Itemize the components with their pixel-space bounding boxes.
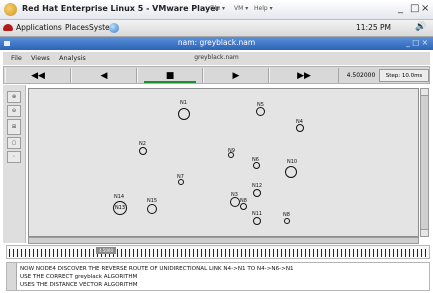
nam-titlebar: nam: greyblack.nam _ □ × <box>0 37 433 50</box>
nam-window-controls[interactable]: _ □ × <box>406 38 428 47</box>
menu-help[interactable]: Help ▾ <box>254 5 273 12</box>
network-node[interactable] <box>139 147 147 155</box>
scroll-down-icon[interactable] <box>421 229 428 236</box>
rewind-button[interactable]: ◀◀ <box>5 68 71 83</box>
step-control[interactable]: Step: 10.0ms <box>379 69 429 82</box>
panel-places[interactable]: Places <box>65 23 89 32</box>
network-node[interactable] <box>253 217 261 225</box>
menu-file[interactable]: File ▾ <box>210 5 225 12</box>
zoom-out-icon[interactable]: ⊖ <box>7 105 21 117</box>
node-label: N10 <box>287 159 298 165</box>
log-line: USES THE DISTANCE VECTOR ALGORITHM <box>20 282 138 288</box>
vmware-titlebar: Red Hat Enterprise Linux 5 - VMware Play… <box>0 0 433 20</box>
panel-clock[interactable]: 11:25 PM <box>356 23 391 32</box>
vertical-scrollbar[interactable] <box>420 88 429 237</box>
panel-applications[interactable]: Applications <box>16 23 62 32</box>
sim-time: 4.502000 <box>346 72 376 79</box>
fast-forward-button[interactable]: ▶▶ <box>269 68 339 83</box>
scroll-up-icon[interactable] <box>421 89 428 96</box>
maximize-icon[interactable]: □ <box>410 3 419 14</box>
redhat-icon <box>3 24 13 31</box>
network-node[interactable] <box>178 179 184 185</box>
nam-menubar: File Views Analysis greyblack.nam <box>3 52 430 65</box>
gnome-panel: Applications Places System 11:25 PM 🔊 <box>0 20 433 37</box>
stop-button[interactable]: ■ <box>137 68 203 83</box>
network-node[interactable] <box>228 152 234 158</box>
network-node[interactable] <box>178 108 190 120</box>
vmware-logo-icon <box>4 3 17 16</box>
network-node[interactable] <box>147 204 157 214</box>
zoom-in-icon[interactable]: ⊕ <box>7 91 21 103</box>
network-node[interactable] <box>285 166 297 178</box>
horizontal-scrollbar[interactable] <box>28 237 419 244</box>
browser-icon[interactable] <box>109 23 119 33</box>
network-node[interactable] <box>284 218 290 224</box>
select-icon[interactable]: ▢ <box>7 137 21 149</box>
network-node[interactable]: N13 <box>113 201 127 215</box>
network-node[interactable] <box>253 189 261 197</box>
node-tool-icon[interactable]: ◦ <box>7 151 21 163</box>
timeline-slider[interactable]: 4.5000 <box>6 245 430 259</box>
timeline-cursor[interactable]: 4.5000 <box>96 247 116 254</box>
annotation-log: NOW NODE4 DISCOVER THE REVERSE ROUTE OF … <box>6 262 430 291</box>
volume-icon[interactable]: 🔊 <box>415 22 426 32</box>
network-node[interactable] <box>240 203 247 210</box>
network-node[interactable] <box>256 107 265 116</box>
zoom-fit-icon[interactable]: ⊞ <box>7 119 21 135</box>
step-back-button[interactable]: ◀ <box>71 68 137 83</box>
tool-strip: ⊕ ⊖ ⊞ ▢ ◦ <box>3 85 26 243</box>
window-title: Red Hat Enterprise Linux 5 - VMware Play… <box>22 4 220 13</box>
menu-vm[interactable]: VM ▾ <box>234 5 248 12</box>
network-node[interactable] <box>296 124 304 132</box>
play-button[interactable]: ▶ <box>203 68 269 83</box>
timeline-ticks <box>9 249 427 257</box>
network-node[interactable] <box>230 197 240 207</box>
node-label: N1 <box>180 100 187 106</box>
trace-file-name: greyblack.nam <box>194 54 239 61</box>
log-scrollbar[interactable] <box>7 263 17 290</box>
playback-controls: ◀◀ ◀ ■ ▶ ▶▶ 4.502000 Step: 10.0ms <box>3 66 430 84</box>
minimize-icon[interactable]: _ <box>398 3 403 14</box>
log-line: USE THE CORRECT greyblack ALGORITHM <box>20 274 138 280</box>
log-line: NOW NODE4 DISCOVER THE REVERSE ROUTE OF … <box>20 266 294 272</box>
node-label: N14 <box>114 194 125 200</box>
animation-canvas[interactable] <box>28 88 419 237</box>
nam-window-title: nam: greyblack.nam <box>177 38 256 47</box>
close-icon[interactable]: × <box>421 3 429 14</box>
network-node[interactable] <box>253 162 260 169</box>
